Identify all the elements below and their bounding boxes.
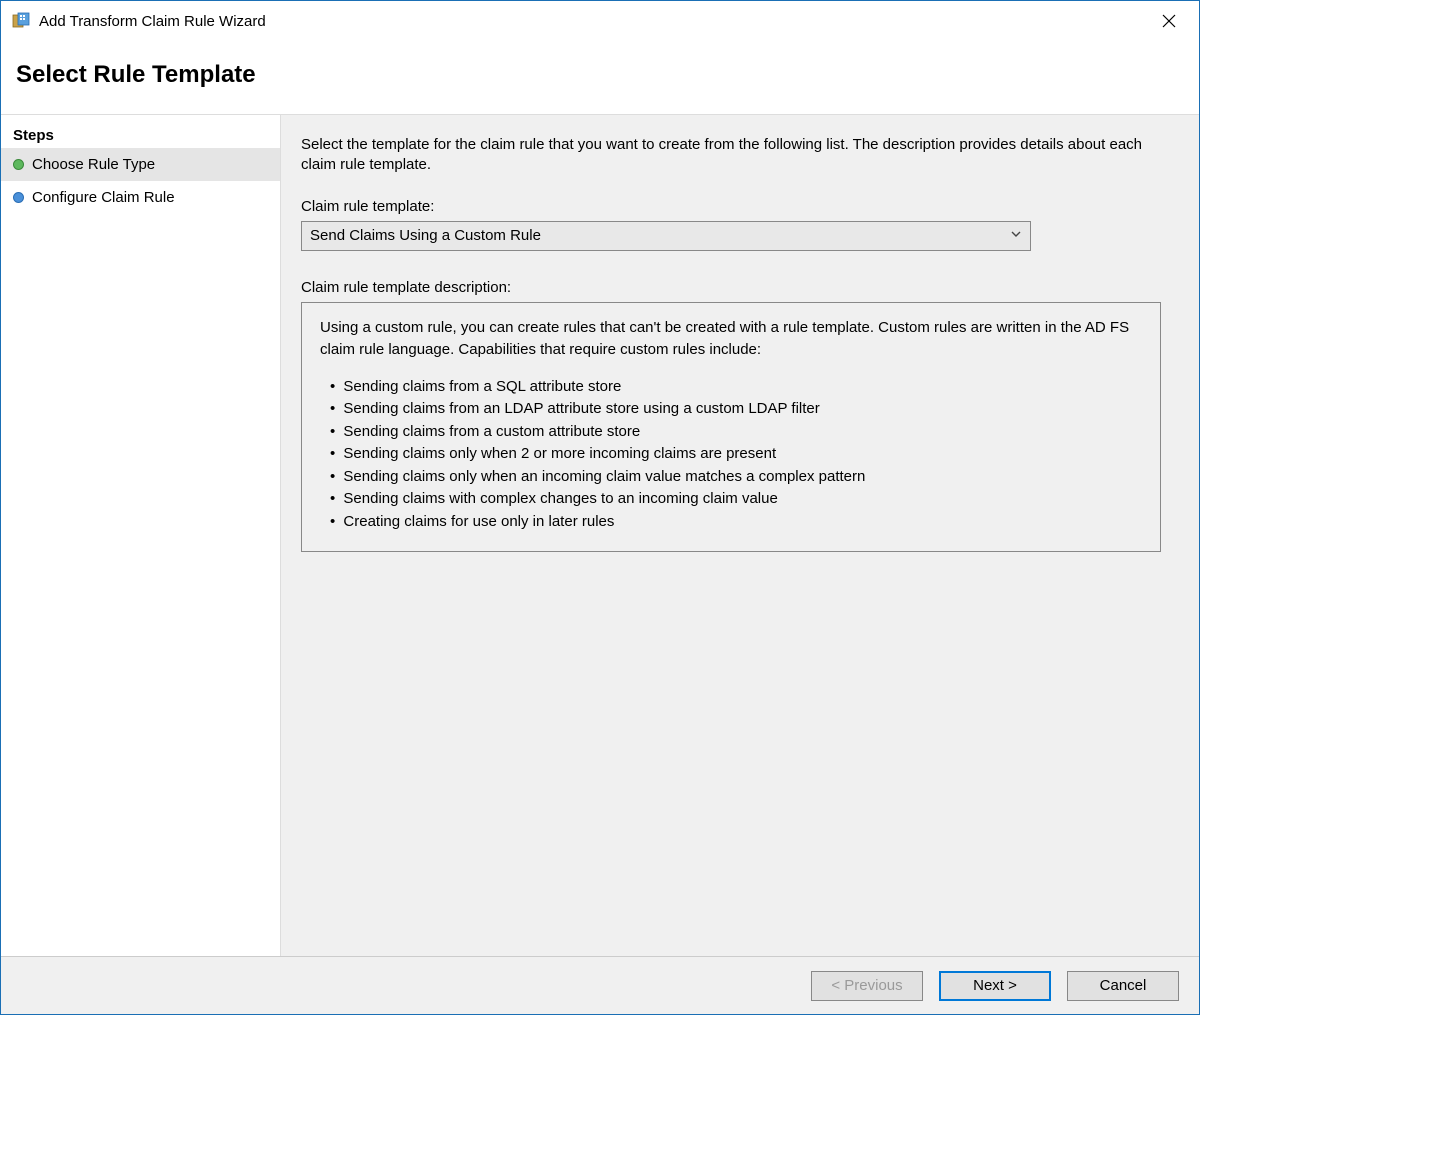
chevron-down-icon bbox=[1010, 227, 1022, 244]
wizard-footer: < Previous Next > Cancel bbox=[1, 956, 1199, 1014]
description-list-item: Creating claims for use only in later ru… bbox=[330, 511, 1142, 534]
titlebar: Add Transform Claim Rule Wizard bbox=[1, 1, 1199, 41]
close-button[interactable] bbox=[1149, 6, 1189, 36]
description-list-item: Sending claims with complex changes to a… bbox=[330, 488, 1142, 511]
app-icon bbox=[11, 11, 31, 31]
description-list-item: Sending claims only when 2 or more incom… bbox=[330, 443, 1142, 466]
description-list: Sending claims from a SQL attribute stor… bbox=[320, 376, 1142, 534]
step-bullet-pending-icon bbox=[13, 192, 24, 203]
header-section: Select Rule Template bbox=[1, 41, 1199, 114]
dropdown-selected-value: Send Claims Using a Custom Rule bbox=[310, 227, 1010, 244]
steps-sidebar: Steps Choose Rule Type Configure Claim R… bbox=[1, 114, 281, 956]
step-bullet-current-icon bbox=[13, 159, 24, 170]
claim-rule-template-dropdown[interactable]: Send Claims Using a Custom Rule bbox=[301, 221, 1031, 251]
next-button[interactable]: Next > bbox=[939, 971, 1051, 1001]
main-panel: Select the template for the claim rule t… bbox=[281, 114, 1199, 956]
description-list-item: Sending claims from a custom attribute s… bbox=[330, 421, 1142, 444]
step-choose-rule-type[interactable]: Choose Rule Type bbox=[1, 148, 280, 181]
close-icon bbox=[1162, 14, 1176, 28]
wizard-window: Add Transform Claim Rule Wizard Select R… bbox=[0, 0, 1200, 1015]
step-configure-claim-rule[interactable]: Configure Claim Rule bbox=[1, 181, 280, 214]
description-list-item: Sending claims only when an incoming cla… bbox=[330, 466, 1142, 489]
template-description-box: Using a custom rule, you can create rule… bbox=[301, 302, 1161, 553]
wizard-body: Steps Choose Rule Type Configure Claim R… bbox=[1, 114, 1199, 956]
steps-heading: Steps bbox=[1, 123, 280, 148]
description-intro: Using a custom rule, you can create rule… bbox=[320, 317, 1142, 362]
step-label: Configure Claim Rule bbox=[32, 189, 175, 206]
step-label: Choose Rule Type bbox=[32, 156, 155, 173]
intro-text: Select the template for the claim rule t… bbox=[301, 135, 1169, 176]
window-title: Add Transform Claim Rule Wizard bbox=[39, 13, 1149, 30]
description-label: Claim rule template description: bbox=[301, 279, 1169, 296]
description-list-item: Sending claims from a SQL attribute stor… bbox=[330, 376, 1142, 399]
page-title: Select Rule Template bbox=[16, 61, 1184, 89]
cancel-button[interactable]: Cancel bbox=[1067, 971, 1179, 1001]
template-label: Claim rule template: bbox=[301, 198, 1169, 215]
previous-button: < Previous bbox=[811, 971, 923, 1001]
description-list-item: Sending claims from an LDAP attribute st… bbox=[330, 398, 1142, 421]
